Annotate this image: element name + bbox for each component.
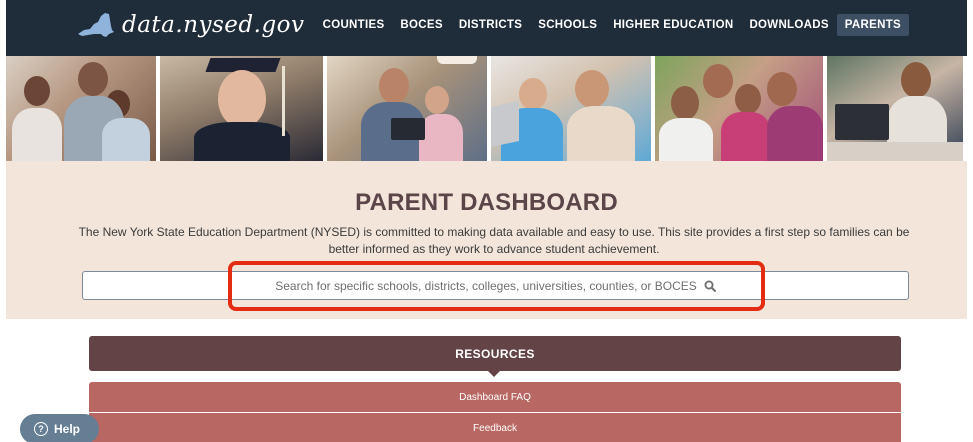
- family-reading-photo: [6, 56, 156, 161]
- resources-header[interactable]: RESOURCES: [89, 336, 901, 371]
- new-york-state-icon: [78, 13, 114, 37]
- resource-item-feedback[interactable]: Feedback: [89, 413, 901, 442]
- nav-item-parents[interactable]: PARENTS: [836, 14, 909, 36]
- father-daughter-tablet-photo: [327, 56, 487, 161]
- family-outdoors-photo: [655, 56, 823, 161]
- photo-banner: [6, 56, 967, 161]
- nav-item-boces[interactable]: BOCES: [392, 14, 450, 36]
- question-circle-icon: ?: [34, 422, 48, 436]
- graduate-photo: [160, 56, 323, 161]
- page: data.nysed.gov COUNTIES BOCES DISTRICTS …: [0, 0, 973, 442]
- help-button[interactable]: ? Help: [20, 414, 99, 442]
- resource-item-dashboard-faq[interactable]: Dashboard FAQ: [89, 382, 901, 412]
- search-highlight-annotation: [228, 261, 765, 311]
- nav-item-districts[interactable]: DISTRICTS: [451, 14, 530, 36]
- nav-item-schools[interactable]: SCHOOLS: [530, 14, 605, 36]
- page-description: The New York State Education Department …: [78, 225, 910, 256]
- logo-text: data.nysed.gov: [122, 12, 305, 38]
- student-laptop-photo: [827, 56, 963, 161]
- nav-item-higher-education[interactable]: HIGHER EDUCATION: [605, 14, 741, 36]
- nav-item-counties[interactable]: COUNTIES: [315, 14, 393, 36]
- mother-son-laptop-photo: [491, 56, 651, 161]
- nav-links: COUNTIES BOCES DISTRICTS SCHOOLS HIGHER …: [315, 14, 909, 36]
- top-nav: data.nysed.gov COUNTIES BOCES DISTRICTS …: [6, 0, 967, 56]
- site-logo[interactable]: data.nysed.gov: [76, 8, 305, 42]
- resources-title: RESOURCES: [455, 346, 535, 361]
- resources-caret: [487, 370, 501, 377]
- nav-item-downloads[interactable]: DOWNLOADS: [741, 14, 836, 36]
- help-label: Help: [54, 422, 81, 436]
- page-title: PARENT DASHBOARD: [355, 189, 618, 216]
